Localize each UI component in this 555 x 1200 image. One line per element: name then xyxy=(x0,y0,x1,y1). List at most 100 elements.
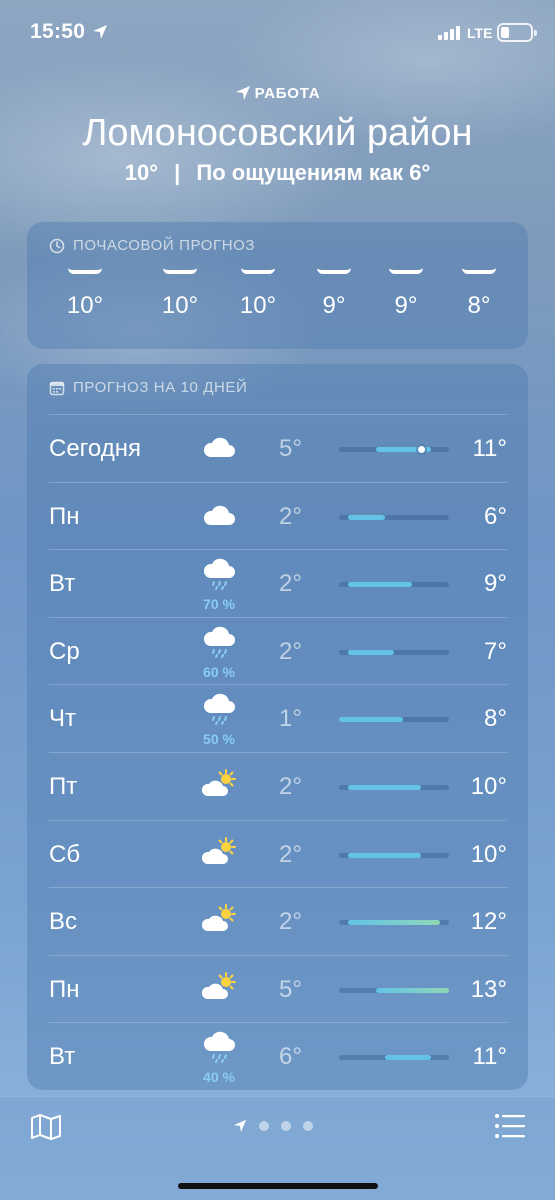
hour-temp: 8° xyxy=(467,292,491,319)
temp-range-bar xyxy=(339,582,449,588)
low-temp: 2° xyxy=(279,637,302,665)
day-row[interactable]: Сегодня 5° 11° xyxy=(49,414,507,481)
low-temp: 2° xyxy=(279,502,302,530)
temp-range-bar xyxy=(339,785,449,790)
map-icon[interactable] xyxy=(30,1113,62,1141)
high-temp: 13° xyxy=(470,975,507,1003)
partly-cloudy-icon xyxy=(199,900,239,940)
location-label: РАБОТА xyxy=(0,80,555,106)
temp-range-fill xyxy=(348,514,385,520)
day-name: Сб xyxy=(49,840,81,868)
precipitation-chance: 50 % xyxy=(203,731,235,748)
low-temp: 2° xyxy=(279,908,302,936)
cloud-icon xyxy=(317,266,351,274)
high-temp: 9° xyxy=(484,570,507,598)
cloud-icon xyxy=(199,495,239,535)
hour-temp: 9° xyxy=(322,292,346,319)
temp-range-fill xyxy=(348,582,413,588)
hourly-forecast-title: ПОЧАСОВОЙ ПРОГНОЗ xyxy=(73,237,256,254)
day-row[interactable]: Вт 70 % 2° 9° xyxy=(49,549,507,616)
hour-item: 9° xyxy=(371,266,441,320)
location-arrow-icon xyxy=(233,1119,247,1133)
hour-item: 8° xyxy=(444,266,514,320)
battery-icon xyxy=(497,23,537,42)
temp-range-fill xyxy=(384,1055,431,1061)
temp-range-bar xyxy=(339,446,449,453)
high-temp: 12° xyxy=(470,908,507,936)
ten-day-forecast-card[interactable]: ПРОГНОЗ НА 10 ДНЕЙ Сегодня 5° 11° Пн 2° 6° Вт 7… xyxy=(27,364,528,1090)
partly-cloudy-icon xyxy=(199,765,239,805)
day-name: Вс xyxy=(49,908,78,936)
separator: | xyxy=(174,160,181,185)
day-row[interactable]: Сб 2° 10° xyxy=(49,819,507,887)
page-dot[interactable] xyxy=(281,1121,291,1131)
cloud-rain-icon xyxy=(199,689,239,729)
calendar-icon xyxy=(49,381,65,395)
day-row[interactable]: Вт 40 % 6° 11° xyxy=(49,1022,507,1089)
temp-range-fill xyxy=(348,649,394,655)
temp-range-bar xyxy=(339,920,449,926)
precipitation-chance: 70 % xyxy=(203,596,235,613)
precipitation-chance: 40 % xyxy=(203,1069,235,1086)
current-temp: 10° xyxy=(124,160,159,185)
temp-range-bar xyxy=(339,649,449,655)
day-row[interactable]: Пт 2° 10° xyxy=(49,752,507,819)
temp-range-bar xyxy=(339,1055,449,1061)
day-name: Чт xyxy=(49,705,76,733)
day-row[interactable]: Вс 2° 12° xyxy=(49,887,507,954)
page-dot[interactable] xyxy=(303,1121,313,1131)
low-temp: 2° xyxy=(279,840,302,868)
page-dot[interactable] xyxy=(259,1121,269,1131)
day-row[interactable]: Пн 2° 6° xyxy=(49,481,507,549)
cloud-rain-icon xyxy=(199,622,239,662)
current-conditions: 10° | По ощущениям как 6° xyxy=(0,160,555,186)
home-indicator[interactable] xyxy=(178,1183,378,1189)
low-temp: 6° xyxy=(279,1043,302,1071)
temp-range-fill xyxy=(375,987,449,993)
temp-range-fill xyxy=(348,920,440,926)
day-name: Сегодня xyxy=(49,435,141,462)
day-name: Пн xyxy=(49,502,80,530)
temp-range-bar xyxy=(339,514,449,520)
network-type: LTE xyxy=(467,25,493,41)
partly-cloudy-icon xyxy=(199,833,239,873)
cloud-icon xyxy=(68,266,102,274)
location-arrow-icon xyxy=(235,86,250,100)
temp-range-bar xyxy=(339,852,449,858)
low-temp: 5° xyxy=(279,435,302,462)
hourly-forecast-card[interactable]: ПОЧАСОВОЙ ПРОГНОЗ 10° 10° 10° 9° 9° 8° xyxy=(27,222,528,349)
ten-day-forecast-header: ПРОГНОЗ НА 10 ДНЕЙ xyxy=(49,379,247,396)
location-arrow-icon xyxy=(93,25,107,39)
hour-temp: 9° xyxy=(394,292,418,319)
list-icon[interactable] xyxy=(494,1113,526,1139)
signal-strength-icon xyxy=(438,26,462,40)
day-row[interactable]: Пн 5° 13° xyxy=(49,954,507,1022)
high-temp: 10° xyxy=(470,840,507,868)
low-temp: 1° xyxy=(279,705,302,733)
high-temp: 11° xyxy=(472,1043,507,1071)
hourly-forecast-header: ПОЧАСОВОЙ ПРОГНОЗ xyxy=(49,237,255,254)
day-row[interactable]: Чт 50 % 1° 8° xyxy=(49,684,507,751)
hourly-items[interactable]: 10° 10° 10° 9° 9° 8° xyxy=(27,266,528,346)
low-temp: 2° xyxy=(279,570,302,598)
status-time: 15:50 xyxy=(30,20,86,43)
current-temp-marker xyxy=(418,446,425,453)
hour-item: 10° xyxy=(50,266,120,320)
day-name: Ср xyxy=(49,637,80,665)
partly-cloudy-icon xyxy=(199,968,239,1008)
high-temp: 8° xyxy=(484,705,507,733)
low-temp: 2° xyxy=(279,773,302,800)
day-row[interactable]: Ср 60 % 2° 7° xyxy=(49,616,507,684)
cloud-rain-icon xyxy=(199,554,239,594)
temp-range-bar xyxy=(339,717,449,723)
high-temp: 6° xyxy=(484,502,507,530)
status-bar: 15:50 LTE xyxy=(0,0,555,66)
hour-item: 10° xyxy=(223,266,293,320)
cloud-icon xyxy=(462,266,496,274)
low-temp: 5° xyxy=(279,975,302,1003)
high-temp: 7° xyxy=(484,637,507,665)
page-indicator[interactable] xyxy=(233,1119,313,1133)
location-label-text: РАБОТА xyxy=(254,84,321,102)
temp-range-bar xyxy=(339,987,449,993)
feels-like: По ощущениям как 6° xyxy=(196,160,431,185)
